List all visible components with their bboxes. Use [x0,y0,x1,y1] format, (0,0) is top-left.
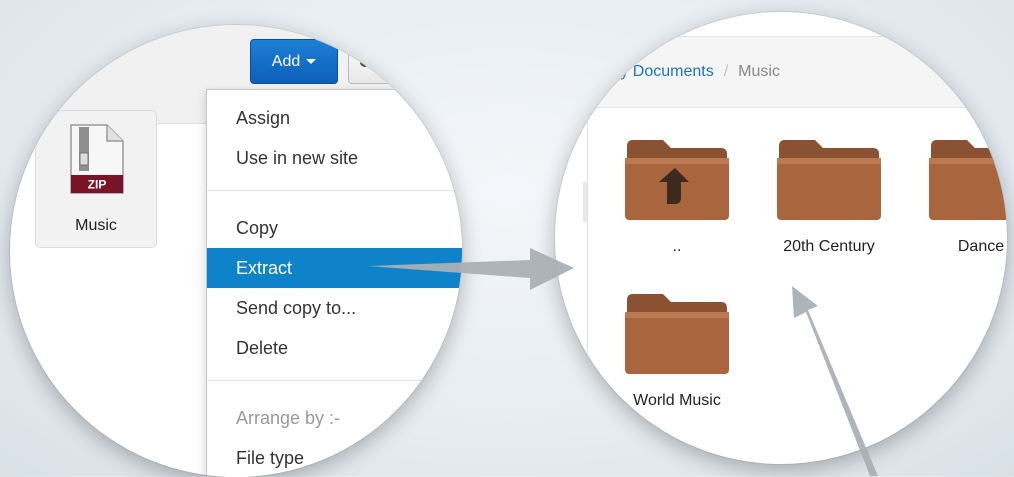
folder-label: .. [672,238,682,255]
menu-item-extract[interactable]: Extract [207,248,462,288]
breadcrumb: My Documents / Music [555,36,1007,108]
menu-divider [207,190,462,191]
add-button[interactable]: Add [250,39,338,84]
file-name: Music [75,217,117,234]
zip-file-tile[interactable]: ZIP Music [35,110,157,248]
panel-divider [587,107,588,464]
menu-item-file-type[interactable]: File type [207,438,462,477]
folder-label: Dance [957,238,1005,255]
folder-icon [777,140,881,220]
breadcrumb-link-my-documents[interactable]: My Documents [607,63,714,80]
left-magnifier: Add ZIP Music Assign Use in new site Cop… [10,25,462,477]
menu-item-use-in-new-site[interactable]: Use in new site [207,138,462,178]
menu-item-assign[interactable]: Assign [207,98,462,138]
context-menu: Assign Use in new site Copy Extract Send… [206,89,462,477]
menu-item-delete[interactable]: Delete [207,328,462,368]
folder-icon [625,294,729,374]
right-magnifier: My Documents / Music .. 20th Century Dance [555,12,1007,464]
breadcrumb-separator: / [723,63,729,80]
zip-file-icon: ZIP [70,124,124,194]
gear-button[interactable] [348,39,408,84]
folder-up-icon [625,140,729,220]
folder-label: 20th Century [783,238,875,255]
folder-label: World Music [633,392,721,409]
menu-item-copy[interactable]: Copy [207,208,462,248]
menu-divider [207,380,462,381]
menu-header-arrange-by: Arrange by :- [236,408,341,428]
sidebar-tab [583,182,587,222]
caret-down-icon [306,59,317,64]
add-button-label: Add [271,52,301,70]
gear-icon [360,56,370,67]
menu-item-send-copy-to[interactable]: Send copy to... [207,288,462,328]
svg-text:ZIP: ZIP [88,178,107,192]
folder-icon [929,140,1007,220]
breadcrumb-current: Music [738,63,780,80]
